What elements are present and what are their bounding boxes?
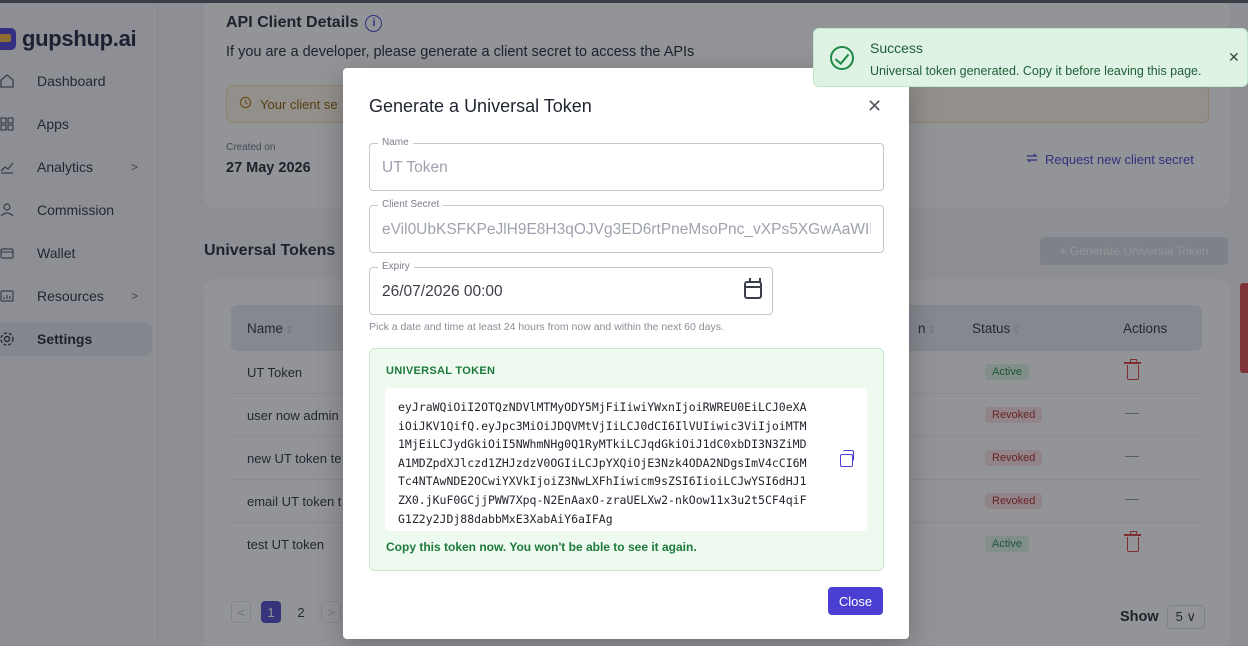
client-secret-value: eVil0UbKSFKPeJlH9E8H3qOJVg3ED6rtPneMsoPn… bbox=[382, 221, 871, 238]
token-copy-warning: Copy this token now. You won't be able t… bbox=[386, 540, 697, 554]
universal-token-panel: UNIVERSAL TOKEN eyJraWQiOiI2OTQzNDVlMTMy… bbox=[369, 348, 884, 571]
close-icon[interactable]: ✕ bbox=[1228, 49, 1240, 66]
universal-token-box[interactable]: eyJraWQiOiI2OTQzNDVlMTMyODY5MjFiIiwiYWxn… bbox=[385, 388, 867, 531]
client-secret-label: Client Secret bbox=[378, 199, 444, 210]
generate-token-modal: Generate a Universal Token ✕ Name UT Tok… bbox=[343, 68, 909, 639]
toast-title: Success bbox=[870, 40, 923, 56]
name-field-label: Name bbox=[378, 137, 413, 148]
universal-token-value[interactable]: eyJraWQiOiI2OTQzNDVlMTMyODY5MjFiIiwiYWxn… bbox=[398, 398, 838, 528]
expiry-field-value: 26/07/2026 00:00 bbox=[382, 283, 503, 300]
close-button[interactable]: Close bbox=[828, 587, 883, 615]
expiry-field-label: Expiry bbox=[378, 261, 414, 272]
expiry-hint: Pick a date and time at least 24 hours f… bbox=[369, 321, 724, 333]
universal-token-label: UNIVERSAL TOKEN bbox=[386, 365, 496, 377]
window-top-edge bbox=[0, 0, 1248, 3]
modal-title: Generate a Universal Token bbox=[369, 96, 592, 116]
success-toast: Success Universal token generated. Copy … bbox=[813, 28, 1248, 87]
client-secret-field[interactable]: Client Secret eVil0UbKSFKPeJlH9E8H3qOJVg… bbox=[369, 199, 884, 253]
close-icon[interactable]: ✕ bbox=[867, 96, 882, 117]
toast-message: Universal token generated. Copy it befor… bbox=[870, 64, 1202, 78]
expiry-field[interactable]: Expiry 26/07/2026 00:00 bbox=[369, 261, 773, 315]
name-field-value: UT Token bbox=[382, 159, 448, 176]
name-field[interactable]: Name UT Token bbox=[369, 137, 884, 191]
calendar-icon[interactable] bbox=[744, 278, 762, 299]
copy-icon[interactable] bbox=[840, 450, 854, 467]
check-circle-icon bbox=[830, 46, 854, 70]
